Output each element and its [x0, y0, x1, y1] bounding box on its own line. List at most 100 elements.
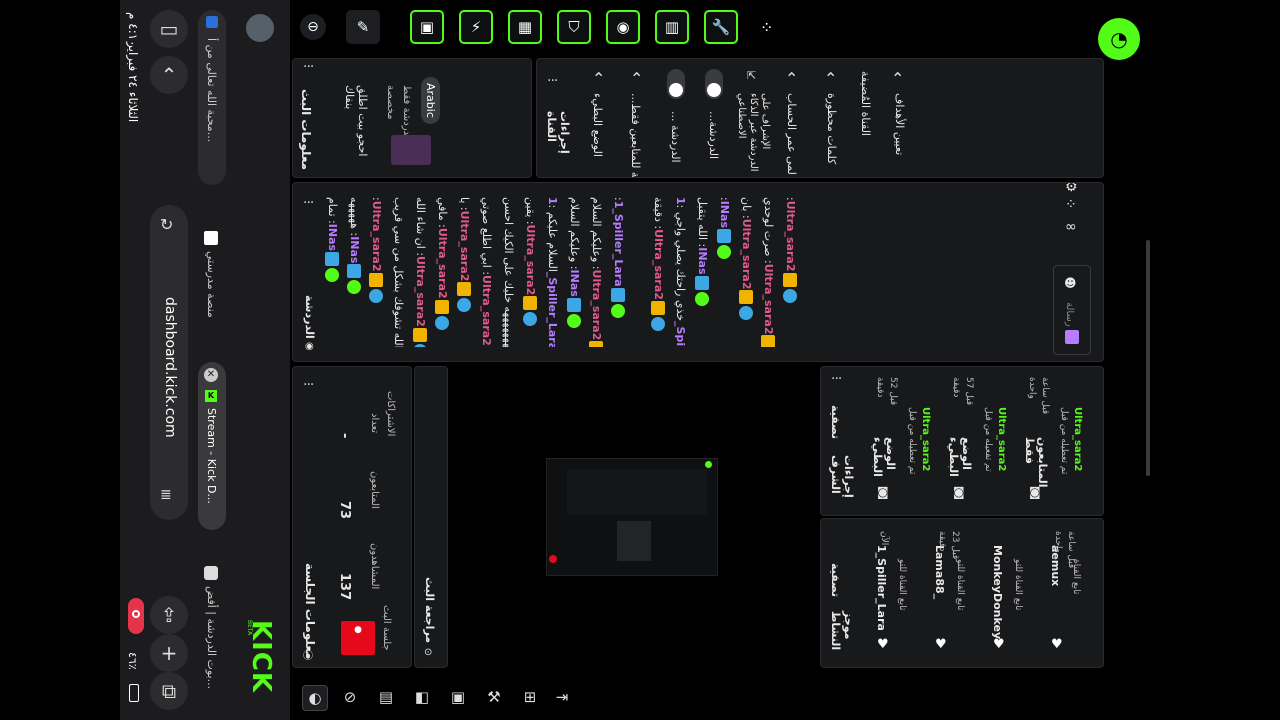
chat-message[interactable]: هههههههههه خليك على الكيك احسن :INas — [501, 197, 515, 347]
tab-item-active[interactable]: ✕ K Stream - Kick D... — [198, 362, 226, 530]
chevron-up-icon[interactable]: ⌃ — [150, 56, 188, 94]
toggle-switch[interactable] — [705, 69, 723, 99]
action-ai-moderation[interactable]: الإشراف على الدردشة عبر الذكاء الاصطناعي — [735, 93, 771, 173]
chat-username[interactable]: Ultra_sara2 — [524, 225, 537, 296]
menu-icon[interactable]: ··· — [303, 59, 314, 75]
chat-message[interactable]: ابي اطلع صوتي :Ultra_sara2 — [479, 197, 493, 347]
menu-icon[interactable]: ··· — [831, 371, 842, 387]
mod-action-user[interactable]: Ultra_sara2 — [919, 407, 932, 471]
tabs-overview-icon[interactable]: ⧉ — [150, 672, 188, 710]
tab-item[interactable]: منصة مدرستي — [198, 225, 226, 345]
grid-icon[interactable]: ▦ — [508, 10, 542, 44]
link-icon[interactable]: ⊘ — [338, 685, 362, 709]
chat-username[interactable]: INas — [696, 247, 709, 274]
chat-message[interactable]: تمام :INas — [325, 197, 339, 347]
menu-icon[interactable]: ··· — [547, 73, 558, 89]
wrench-icon[interactable]: 🔧 — [704, 10, 738, 44]
chat-username[interactable]: Ultra_sara2 — [480, 275, 493, 346]
filter-button[interactable]: تصفية — [829, 405, 842, 439]
chevron-icon[interactable]: ⌃ — [891, 69, 904, 88]
chat-message[interactable]: ان شاء الله :Ultra_sara2 — [413, 197, 427, 347]
menu-icon[interactable]: ··· — [303, 195, 314, 211]
chat-input[interactable]: رسالة ☻ — [1053, 265, 1091, 355]
chat-message[interactable]: الله يتقبل :INas — [695, 197, 709, 347]
chat-message[interactable]: دقيقة :Ultra_sara2 — [651, 197, 665, 347]
mod-action-user[interactable]: Ultra_sara2 — [1071, 407, 1084, 471]
grid-icon[interactable]: ⊞ — [518, 685, 542, 709]
chat-username[interactable]: 1_Spiller_Lara — [612, 201, 625, 287]
action-followers-only[interactable]: ...مة للمتابعين فقط — [629, 93, 642, 177]
chat-username[interactable]: Ultra_sara2 — [652, 229, 665, 300]
chat-message[interactable]: مافي :Ultra_sara2 — [435, 197, 449, 347]
external-link-icon[interactable]: ⇱ — [747, 69, 756, 82]
broadcast-icon[interactable]: ◉ — [606, 10, 640, 44]
minus-icon[interactable]: ⊖ — [300, 14, 326, 40]
chat-username[interactable]: INas — [326, 224, 339, 251]
sidebar-toggle-icon[interactable]: ▭ — [150, 10, 188, 48]
scrollbar[interactable] — [1146, 240, 1150, 476]
chat-message[interactable]: :INas — [717, 197, 731, 347]
wrench-icon[interactable]: ⚒ — [482, 685, 506, 709]
mod-action-user[interactable]: Ultra_sara2 — [995, 407, 1008, 471]
url-bar[interactable]: dashboard.kick.com ↻ ≣ — [150, 205, 188, 520]
shield-icon[interactable]: ⛉ — [557, 10, 591, 44]
chat-username[interactable]: Ultra_sara2 — [458, 211, 471, 282]
chevron-icon[interactable]: ⌃ — [630, 69, 643, 88]
send-icon[interactable] — [1065, 330, 1079, 344]
chat-message[interactable]: السلام عليكم :1_Spiller_Lara — [545, 197, 559, 347]
filter-button[interactable]: تصفية — [829, 563, 842, 597]
chat-message[interactable]: صرت لوحدي :Ultra_sara2 — [761, 197, 775, 347]
chat-username[interactable]: Ultra_sara2 — [414, 256, 427, 327]
chat-username[interactable]: Ultra_sara2 — [740, 219, 753, 290]
language-tag[interactable]: Arabic — [421, 77, 440, 124]
activity-user[interactable]: MonkeyDonkey — [991, 545, 1004, 639]
new-tab-icon[interactable]: + — [150, 634, 188, 672]
avatar[interactable] — [246, 14, 274, 42]
apps-icon[interactable]: ⁘ — [760, 18, 773, 37]
chat-message[interactable]: بان :Ultra_sara2 — [739, 197, 753, 347]
chat-message[interactable]: يقين :Ultra_sara2 — [523, 197, 537, 347]
layout-icon[interactable]: ▥ — [655, 10, 689, 44]
chat-message[interactable]: :Ultra_sara2 — [783, 197, 797, 347]
stream-preview[interactable] — [450, 366, 814, 666]
action-host-channel[interactable]: القناة المُضيفة — [859, 71, 872, 136]
toggle-switch[interactable] — [667, 69, 685, 99]
reader-icon[interactable]: ≣ — [160, 487, 172, 503]
share-icon[interactable]: ⇪ — [150, 596, 188, 634]
chat-message[interactable]: هههههه :INas — [347, 197, 361, 347]
infinity-icon[interactable]: ∞ — [1065, 219, 1077, 235]
chat-message[interactable]: وعليكم السلام :Ultra_sara2 — [589, 197, 603, 347]
chevron-icon[interactable]: ⌃ — [785, 69, 798, 88]
chat-message[interactable]: ان شاء الله تشوفك بشكل من سي قريب :INas — [391, 197, 405, 347]
action-set-goals[interactable]: تعيين الأهداف — [893, 93, 906, 155]
apps-icon[interactable]: ⁘ — [1065, 197, 1077, 213]
action-account-age[interactable]: لمى عمر الحساب — [785, 93, 798, 175]
chat-message[interactable]: :1_Spiller_Lara — [611, 197, 625, 347]
tab-item[interactable]: محبة الله تعالى من أ... — [198, 10, 226, 185]
action-chat-toggle[interactable]: ... الدردشة — [669, 111, 682, 163]
chat-message[interactable]: وعليكم السلام :INas — [567, 197, 581, 347]
calendar-icon[interactable]: ▣ — [446, 685, 470, 709]
library-icon[interactable]: ▤ — [374, 685, 398, 709]
bolt-icon[interactable]: ⚡ — [459, 10, 493, 44]
chat-username[interactable]: Ultra_sara2 — [370, 201, 383, 272]
action-slow-mode[interactable]: الوضع البطيء — [591, 93, 604, 157]
chevron-icon[interactable]: ⌃ — [824, 69, 837, 88]
action-banned-words[interactable]: كلمات محظورة — [825, 93, 838, 164]
chat-username[interactable]: Ultra_sara2 — [436, 228, 449, 299]
chat-username[interactable]: Ultra_sara2 — [590, 270, 603, 341]
chevron-icon[interactable]: ⌃ — [592, 69, 605, 88]
action-chat-2[interactable]: ...الدردشة — [707, 111, 720, 159]
chat-username[interactable]: INas — [348, 236, 361, 263]
menu-icon[interactable]: ··· — [303, 377, 314, 393]
settings-icon[interactable]: ⚙ — [1065, 183, 1078, 195]
emoji-icon[interactable]: ☻ — [1064, 276, 1077, 290]
chat-message[interactable]: خذي راحتك يصلي واجي :1_Spiller_Lara — [673, 197, 687, 347]
chat-message[interactable]: يا :Ultra_sara2 — [457, 197, 471, 347]
dashboard-icon[interactable]: ◐ — [302, 685, 328, 711]
camera-icon[interactable]: ◧ — [410, 685, 434, 709]
chat-username[interactable]: INas — [718, 201, 731, 228]
support-icon[interactable]: ◔ — [1098, 18, 1140, 60]
scan-icon[interactable]: ▣ — [410, 10, 444, 44]
close-icon[interactable]: ✕ — [204, 368, 218, 382]
